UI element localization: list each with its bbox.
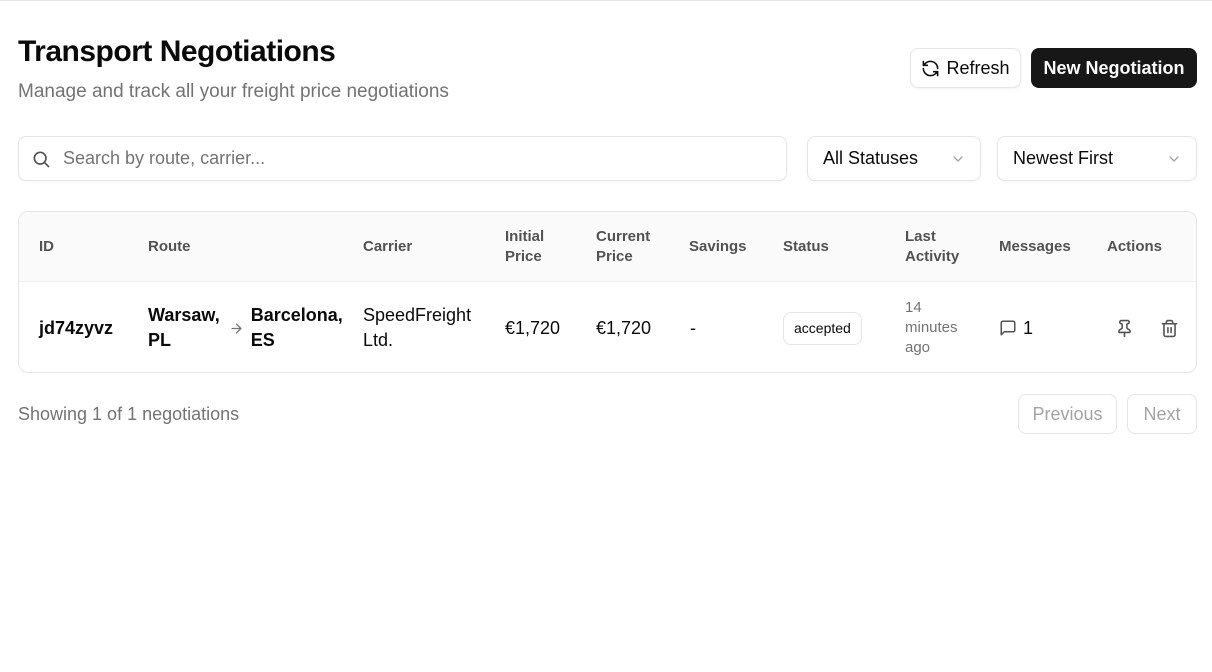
message-icon: [1000, 320, 1016, 336]
last-activity-cell: 14 minutes ago: [905, 299, 958, 356]
column-header-savings: Savings: [689, 238, 747, 255]
carrier-cell: SpeedFreight Ltd.: [363, 305, 472, 350]
column-header-id: ID: [39, 238, 54, 255]
initial-price-cell: €1,720: [505, 317, 561, 338]
page-title: Transport Negotiations: [18, 35, 336, 68]
status-badge: accepted: [783, 311, 862, 345]
refresh-button[interactable]: Refresh: [910, 48, 1021, 88]
savings-cell: -: [690, 317, 696, 338]
chevron-down-icon: [1169, 155, 1179, 162]
table-row[interactable]: jd74zyvz Warsaw, PL Barcelona, ES SpeedFre…: [19, 282, 1196, 372]
refresh-label: Refresh: [946, 57, 1010, 78]
refresh-icon: [923, 60, 939, 76]
status-filter-value: All Statuses: [823, 148, 919, 168]
route-origin: Warsaw, PL: [148, 305, 220, 350]
new-negotiation-button[interactable]: New Negotiation: [1031, 48, 1197, 88]
pagination-summary: Showing 1 of 1 negotiations: [18, 404, 240, 424]
chevron-down-icon: [953, 155, 963, 162]
negotiation-id: jd74zyvz: [39, 317, 114, 338]
column-header-status: Status: [783, 238, 829, 255]
sort-value: Newest First: [1013, 148, 1114, 168]
next-page-button[interactable]: Next: [1127, 394, 1197, 434]
column-header-carrier: Carrier: [363, 238, 413, 255]
messages-cell: 1: [999, 282, 1034, 372]
column-header-last-activity: Last Activity: [905, 228, 960, 265]
column-header-actions: Actions: [1107, 238, 1163, 255]
negotiations-table: ID Route Carrier Initial Price Current Pri…: [18, 211, 1197, 373]
search-input[interactable]: [63, 148, 743, 169]
delete-button[interactable]: [1155, 314, 1183, 342]
column-header-current-price: Current Price: [596, 228, 651, 265]
sort-select[interactable]: Newest First: [997, 136, 1197, 181]
column-header-route: Route: [148, 238, 191, 255]
status-filter-select[interactable]: All Statuses: [807, 136, 981, 181]
column-header-messages: Messages: [999, 238, 1071, 255]
top-divider: [0, 0, 1212, 1]
route-cell: Warsaw, PL Barcelona, ES: [148, 282, 343, 372]
message-count: 1: [1023, 317, 1034, 338]
status-cell: accepted: [783, 282, 862, 372]
pin-icon: [1117, 319, 1131, 337]
pin-button[interactable]: [1110, 314, 1138, 342]
search-box: [18, 136, 787, 181]
page-subtitle: Manage and track all your freight price …: [18, 81, 449, 102]
search-icon: [33, 151, 50, 167]
arrow-right-icon: [231, 323, 242, 333]
trash-icon: [1161, 319, 1177, 337]
actions-cell: [1110, 282, 1183, 372]
previous-page-button[interactable]: Previous: [1018, 394, 1117, 434]
current-price-cell: €1,720: [596, 317, 652, 338]
table-header: ID Route Carrier Initial Price Current Pri…: [19, 212, 1196, 282]
route-destination: Barcelona, ES: [250, 305, 343, 350]
column-header-initial-price: Initial Price: [505, 228, 545, 265]
